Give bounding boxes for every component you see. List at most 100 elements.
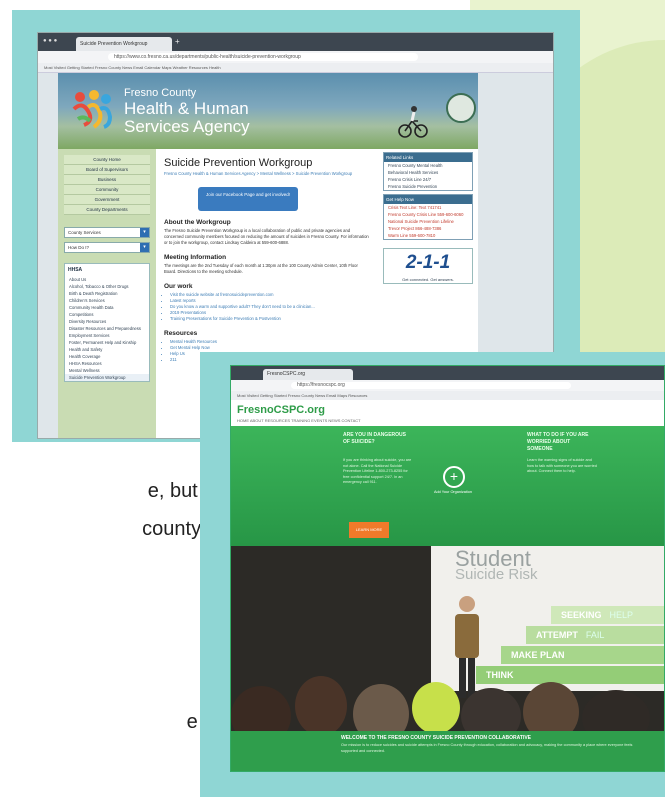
hhsa-menu-item[interactable]: Birth & Death Registration [65, 290, 149, 297]
work-heading: Our work [164, 283, 193, 290]
resources-heading: Resources [164, 330, 198, 337]
hero-col1-title: ARE YOU IN DANGEROUS OF SUICIDE? [343, 432, 406, 445]
site-banner: Fresno County Health & Human Services Ag… [58, 73, 478, 149]
chevron-down-icon: ▾ [140, 243, 149, 252]
breadcrumb[interactable]: Fresno County Health & Human Services Ag… [164, 171, 370, 177]
pyramid-label: MAKE PLAN [511, 650, 565, 660]
url-field[interactable]: https://www.co.fresno.ca.us/departments/… [108, 53, 418, 61]
hhsa-menu-item[interactable]: Employment Services [65, 332, 149, 339]
window-controls[interactable]: ● ● ● [43, 38, 63, 44]
help-link[interactable]: Crisis Text Line: Text 741741 [384, 204, 472, 211]
meeting-text: The meetings are the 2nd Tuesday of each… [164, 263, 358, 274]
presentation-photo: Student Suicide Risk SEEKING HELP ATTEMPT… [231, 546, 664, 731]
how-do-i-select-value: How Do I? [68, 245, 90, 250]
211-logo-text: 2-1-1 [405, 252, 451, 273]
hhsa-menu-title: HHSA [68, 267, 83, 273]
browser-tab[interactable]: FresnoCSPC.org [263, 369, 353, 380]
welcome-text: Our mission is to reduce suicides and su… [341, 743, 633, 753]
welcome-title: WELCOME TO THE FRESNO COUNTY SUICIDE PRE… [341, 735, 532, 741]
hhsa-menu-item[interactable]: Foster, Permanent Help and Kinship [65, 339, 149, 346]
get-help-box: Get Help Now Crisis Text Line: Text 7417… [383, 194, 473, 240]
plus-circle-label: Add Your Organization [434, 490, 472, 494]
get-help-title: Get Help Now [384, 195, 472, 204]
site-nav[interactable]: HOME ABOUT RESOURCES TRAINING EVENTS NEW… [237, 418, 361, 423]
related-link[interactable]: Fresno Crisis Line 24/7 [384, 176, 472, 183]
hhsa-logo-icon [72, 90, 113, 129]
hero-section: ARE YOU IN DANGEROUS OF SUICIDE? If you … [231, 426, 664, 546]
work-list-item[interactable]: Training Presentations for Suicide Preve… [170, 316, 376, 322]
new-tab-icon[interactable]: + [175, 37, 180, 46]
about-text: The Fresno Suicide Prevention Workgroup … [164, 228, 369, 245]
bookmarks-bar[interactable]: Most Visited Getting Started Fresno Coun… [231, 391, 664, 400]
page-title: Suicide Prevention Workgroup [164, 157, 313, 169]
pyramid-level-attempt: ATTEMPT FAIL [526, 626, 664, 644]
county-services-select[interactable]: County Services ▾ [64, 227, 150, 238]
nav-item-government[interactable]: Government [64, 195, 150, 205]
help-link[interactable]: Trevor Project 866-488-7386 [384, 225, 472, 232]
related-link[interactable]: Behavioral Health Services [384, 169, 472, 176]
related-links-title: Related Links [384, 153, 472, 162]
hhsa-menu-item[interactable]: Community Health Data [65, 304, 149, 311]
county-seal-icon [446, 93, 476, 123]
related-link[interactable]: Fresno County Mental Health [384, 162, 472, 169]
audience-figures [231, 676, 650, 731]
hhsa-menu-item[interactable]: Competitions [65, 311, 149, 318]
slide-subtitle: Suicide Risk [455, 566, 538, 583]
work-list: Visit the suicide website at fresnosuici… [170, 292, 376, 322]
hero-col1-text: If you are thinking about suicide, you a… [343, 458, 412, 484]
nav-item-community[interactable]: Community [64, 185, 150, 195]
help-link[interactable]: Warm Line 559-600-7810 [384, 232, 472, 239]
address-bar: https://fresnocspc.org [231, 380, 664, 391]
url-field[interactable]: https://fresnocspc.org [291, 382, 571, 389]
211-logo-tagline: Get connected. Get answers. [402, 277, 454, 282]
learn-more-button[interactable]: LEARN MORE [349, 522, 389, 538]
how-do-i-select[interactable]: How Do I? ▾ [64, 242, 150, 253]
pyramid-extra: FAIL [585, 630, 605, 640]
help-link[interactable]: Fresno County Crisis Line 559-600-6060 [384, 211, 472, 218]
banner-title-line1: Health & Human [124, 99, 249, 118]
pyramid-extra: HELP [609, 610, 634, 620]
hhsa-menu-item[interactable]: Diversity Resources [65, 318, 149, 325]
hhsa-menu-item[interactable]: Alcohol, Tobacco & Other Drugs [65, 283, 149, 290]
banner-title-line2: Services Agency [124, 117, 250, 136]
chevron-down-icon: ▾ [140, 228, 149, 237]
cyclist-icon [398, 106, 428, 138]
bookmarks-bar[interactable]: Most Visited Getting Started Fresno Coun… [38, 63, 553, 73]
hhsa-menu-item[interactable]: Children's Services [65, 297, 149, 304]
left-nav: County Home Board of Supervisors Busines… [58, 149, 156, 438]
hero-col3-title: WHAT TO DO IF YOU ARE WORRIED ABOUT SOME… [527, 432, 589, 452]
browser-tab[interactable]: Suicide Prevention Workgroup [76, 37, 172, 51]
facebook-join-button[interactable]: Join our Facebook Page and get involved! [198, 187, 298, 211]
nav-item-departments[interactable]: County Departments [64, 205, 150, 215]
nav-item-board[interactable]: Board of Supervisors [64, 165, 150, 175]
hero-col3-text: Learn the warning signs of suicide and h… [527, 458, 597, 473]
hhsa-menu-item[interactable]: About Us [65, 276, 149, 283]
help-link[interactable]: National Suicide Prevention Lifeline [384, 218, 472, 225]
about-heading: About the Workgroup [164, 219, 231, 226]
hhsa-menu-item[interactable]: Mental Wellness [65, 367, 149, 374]
browser-tabbar: FresnoCSPC.org [231, 366, 664, 380]
pyramid-level-seeking: SEEKING HELP [551, 606, 664, 624]
211-logo[interactable]: 2-1-1 Get connected. Get answers. [383, 248, 473, 284]
hhsa-menu-item[interactable]: Health Coverage [65, 353, 149, 360]
meeting-heading: Meeting Information [164, 254, 227, 261]
hhsa-menu-item[interactable]: HHSA Resources [65, 360, 149, 367]
pyramid-level-plan: MAKE PLAN [501, 646, 664, 664]
site-brand[interactable]: FresnoCSPC.org [237, 404, 325, 416]
welcome-section: WELCOME TO THE FRESNO COUNTY SUICIDE PRE… [231, 731, 664, 771]
hhsa-menu-item-active[interactable]: Suicide Prevention Workgroup [65, 374, 149, 381]
browser-tabbar: ● ● ● Suicide Prevention Workgroup + [38, 33, 553, 51]
hhsa-menu-item[interactable]: Health and Safety [65, 346, 149, 353]
hhsa-menu-item[interactable]: Disaster Resources and Preparedness [65, 325, 149, 332]
browser-window-cspc: FresnoCSPC.org https://fresnocspc.org Mo… [230, 365, 665, 772]
related-link[interactable]: Fresno Suicide Prevention [384, 183, 472, 190]
site-header: FresnoCSPC.org HOME ABOUT RESOURCES TRAI… [231, 400, 664, 426]
pyramid-label: ATTEMPT [536, 630, 578, 640]
pyramid-label: SEEKING [561, 610, 602, 620]
screenshot-frame-cspc: FresnoCSPC.org https://fresnocspc.org Mo… [200, 352, 665, 797]
nav-item-business[interactable]: Business [64, 175, 150, 185]
hhsa-menu-box: HHSA About Us Alcohol, Tobacco & Other D… [64, 263, 150, 382]
nav-item-county-home[interactable]: County Home [64, 155, 150, 165]
plus-circle-icon[interactable]: + [443, 466, 465, 488]
address-bar: https://www.co.fresno.ca.us/departments/… [38, 51, 553, 63]
